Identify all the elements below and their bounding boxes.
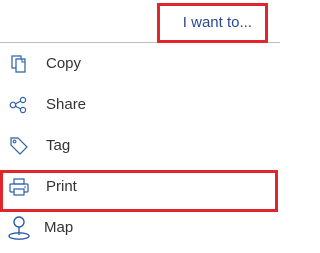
menu-item-label: Tag — [46, 137, 71, 154]
share-icon — [9, 96, 27, 114]
menu-item-copy[interactable]: Copy — [0, 43, 280, 84]
action-menu: Copy Share Tag Print Map — [0, 43, 280, 248]
menu-item-label: Copy — [46, 55, 82, 72]
printer-icon — [9, 178, 29, 196]
copy-icon — [11, 55, 26, 73]
menu-item-share[interactable]: Share — [0, 84, 280, 125]
menu-item-tag[interactable]: Tag — [0, 125, 280, 166]
map-pin-icon — [8, 216, 30, 240]
menu-header: I want to... — [0, 0, 280, 43]
menu-item-label: Share — [46, 96, 87, 113]
menu-item-label: Map — [44, 219, 74, 236]
i-want-to-button[interactable]: I want to... — [157, 3, 268, 43]
action-menu-panel: I want to... Copy Share Tag Print Map — [0, 0, 280, 253]
menu-item-print[interactable]: Print — [0, 166, 280, 207]
menu-item-map[interactable]: Map — [0, 207, 280, 248]
menu-item-label: Print — [46, 178, 77, 195]
tag-icon — [10, 137, 28, 155]
